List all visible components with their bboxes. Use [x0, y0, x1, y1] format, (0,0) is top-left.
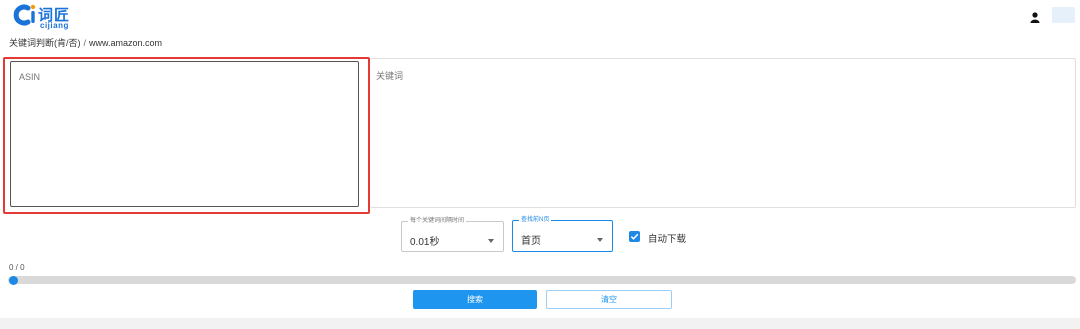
progress-knob[interactable] — [9, 276, 18, 285]
cijiang-logo[interactable]: 词匠 cijiang — [12, 3, 74, 31]
logo-sub-text: cijiang — [40, 21, 69, 30]
breadcrumb-separator: / — [83, 38, 87, 48]
user-name-box[interactable] — [1052, 7, 1075, 23]
pages-select[interactable]: 查找前N页 首页 — [512, 216, 613, 252]
pages-select-value: 首页 — [521, 236, 541, 247]
interval-select-value: 0.01秒 — [410, 237, 440, 248]
progress-text: 0 / 0 — [9, 263, 25, 272]
interval-select[interactable]: 每个关键词间隔时间 0.01秒 — [401, 217, 504, 252]
footer-bar — [0, 318, 1080, 329]
pages-select-label: 查找前N页 — [519, 216, 552, 224]
auto-download-label[interactable]: 自动下载 — [648, 231, 686, 245]
auto-download-checkbox[interactable] — [629, 231, 640, 242]
clear-button[interactable]: 清空 — [546, 290, 672, 309]
keywords-input[interactable] — [370, 58, 1076, 208]
logo-mark-icon — [13, 4, 36, 26]
search-button[interactable]: 搜索 — [413, 290, 537, 309]
chevron-down-icon — [488, 239, 494, 243]
asin-input[interactable] — [10, 61, 359, 207]
breadcrumb: 关键词判断(肯/否) / www.amazon.com — [9, 36, 162, 49]
chevron-down-icon — [597, 238, 603, 242]
user-icon[interactable] — [1030, 10, 1040, 23]
breadcrumb-site: www.amazon.com — [89, 38, 163, 48]
breadcrumb-page: 关键词判断(肯/否) — [9, 38, 81, 48]
interval-select-label: 每个关键词间隔时间 — [408, 217, 467, 225]
checkmark-icon — [630, 233, 639, 240]
progress-track[interactable] — [8, 276, 1076, 284]
